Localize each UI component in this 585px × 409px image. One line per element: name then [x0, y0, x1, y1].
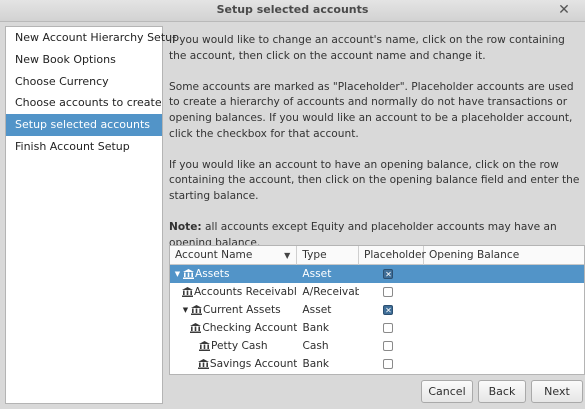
cancel-button[interactable]: Cancel — [421, 380, 473, 403]
account-name: Current Assets — [203, 304, 281, 316]
sidebar-item-choose-accounts[interactable]: Choose accounts to create — [6, 92, 162, 114]
placeholder-checkbox[interactable] — [383, 323, 394, 333]
bank-icon — [190, 323, 202, 333]
window-title: Setup selected accounts — [216, 3, 369, 16]
account-type: Bank — [302, 358, 330, 370]
column-header-opening-balance[interactable]: Opening Balance — [424, 246, 584, 265]
bank-icon — [191, 305, 202, 315]
sidebar-item-choose-currency[interactable]: Choose Currency — [6, 71, 162, 93]
sort-down-icon: ▼ — [284, 251, 291, 260]
bank-icon — [183, 269, 194, 279]
account-type: Bank — [302, 322, 330, 334]
column-header-account-name[interactable]: Account Name ▼ — [170, 246, 298, 265]
opening-balance-cell[interactable] — [424, 337, 584, 355]
table-row[interactable]: Savings Account Bank — [170, 355, 584, 373]
account-name: Accounts Receivable — [194, 286, 298, 298]
account-name-cell[interactable]: Savings Account — [170, 355, 297, 373]
placeholder-checkbox[interactable] — [383, 266, 394, 283]
back-button[interactable]: Back — [478, 380, 526, 403]
account-name: Assets — [195, 268, 230, 280]
table-row[interactable]: ▼ Assets Asset — [170, 265, 584, 283]
sidebar-item-finish-account-setup[interactable]: Finish Account Setup — [6, 136, 162, 158]
opening-balance-cell[interactable] — [424, 319, 584, 337]
tree-header: Account Name ▼ Type Placeholder Opening B… — [170, 246, 584, 265]
accounts-tree[interactable]: Account Name ▼ Type Placeholder Opening B… — [169, 245, 585, 375]
instruction-paragraph: Some accounts are marked as "Placeholder… — [169, 80, 574, 140]
close-icon[interactable]: ✕ — [557, 2, 571, 18]
instructions: If you would like to change an account's… — [169, 33, 583, 267]
account-name-cell[interactable]: Accounts Receivable — [170, 283, 297, 301]
bank-icon — [182, 287, 193, 297]
account-type: A/Receivable — [302, 286, 359, 298]
placeholder-cell — [359, 265, 424, 283]
placeholder-checkbox[interactable] — [383, 287, 394, 297]
title-bar: Setup selected accounts ✕ — [0, 0, 585, 22]
tree-body: ▼ Assets Asset Accounts Receivable A/Receiva… — [170, 265, 584, 373]
account-type: Asset — [302, 304, 332, 316]
table-row[interactable]: Checking Account Bank — [170, 319, 584, 337]
placeholder-cell — [359, 355, 424, 373]
account-name-cell[interactable]: ▼ Assets — [170, 265, 297, 283]
assistant-steps-sidebar: New Account Hierarchy Setup New Book Opt… — [5, 26, 179, 404]
opening-balance-cell[interactable] — [424, 283, 584, 301]
opening-balance-cell[interactable] — [424, 265, 584, 283]
placeholder-cell — [359, 319, 424, 337]
sidebar-item-new-book-options[interactable]: New Book Options — [6, 49, 162, 71]
opening-balance-cell[interactable] — [424, 355, 584, 373]
note-label: Note: — [169, 221, 202, 234]
expander-triangle-icon[interactable]: ▼ — [181, 301, 190, 319]
bank-icon — [197, 359, 209, 369]
column-header-type[interactable]: Type — [297, 246, 359, 265]
expander-triangle-icon[interactable]: ▼ — [173, 265, 182, 283]
table-row[interactable]: Accounts Receivable A/Receivable — [170, 283, 584, 301]
placeholder-checkbox[interactable] — [383, 359, 394, 369]
account-name-cell[interactable]: Checking Account — [170, 319, 297, 337]
placeholder-cell — [359, 283, 424, 301]
account-type: Asset — [302, 268, 332, 280]
table-row[interactable]: Petty Cash Cash — [170, 337, 584, 355]
sidebar-item-setup-selected-accounts[interactable]: Setup selected accounts — [6, 114, 162, 136]
account-name: Petty Cash — [211, 340, 268, 352]
placeholder-checkbox[interactable] — [383, 302, 394, 319]
next-button[interactable]: Next — [531, 380, 583, 403]
opening-balance-cell[interactable] — [424, 301, 584, 319]
placeholder-cell — [359, 301, 424, 319]
column-header-placeholder[interactable]: Placeholder — [359, 246, 426, 265]
placeholder-cell — [359, 337, 424, 355]
bank-icon — [199, 341, 210, 351]
account-name: Checking Account — [202, 322, 298, 334]
account-name-cell[interactable]: Petty Cash — [170, 337, 297, 355]
instruction-paragraph: If you would like to change an account's… — [169, 34, 565, 62]
account-name: Savings Account — [209, 358, 298, 370]
sidebar-item-new-account-hierarchy-setup[interactable]: New Account Hierarchy Setup — [6, 27, 179, 49]
placeholder-checkbox[interactable] — [383, 341, 394, 351]
instruction-paragraph: If you would like an account to have an … — [169, 158, 580, 202]
account-name-cell[interactable]: ▼ Current Assets — [170, 301, 297, 319]
account-type: Cash — [302, 340, 329, 352]
table-row[interactable]: ▼ Current Assets Asset — [170, 301, 584, 319]
